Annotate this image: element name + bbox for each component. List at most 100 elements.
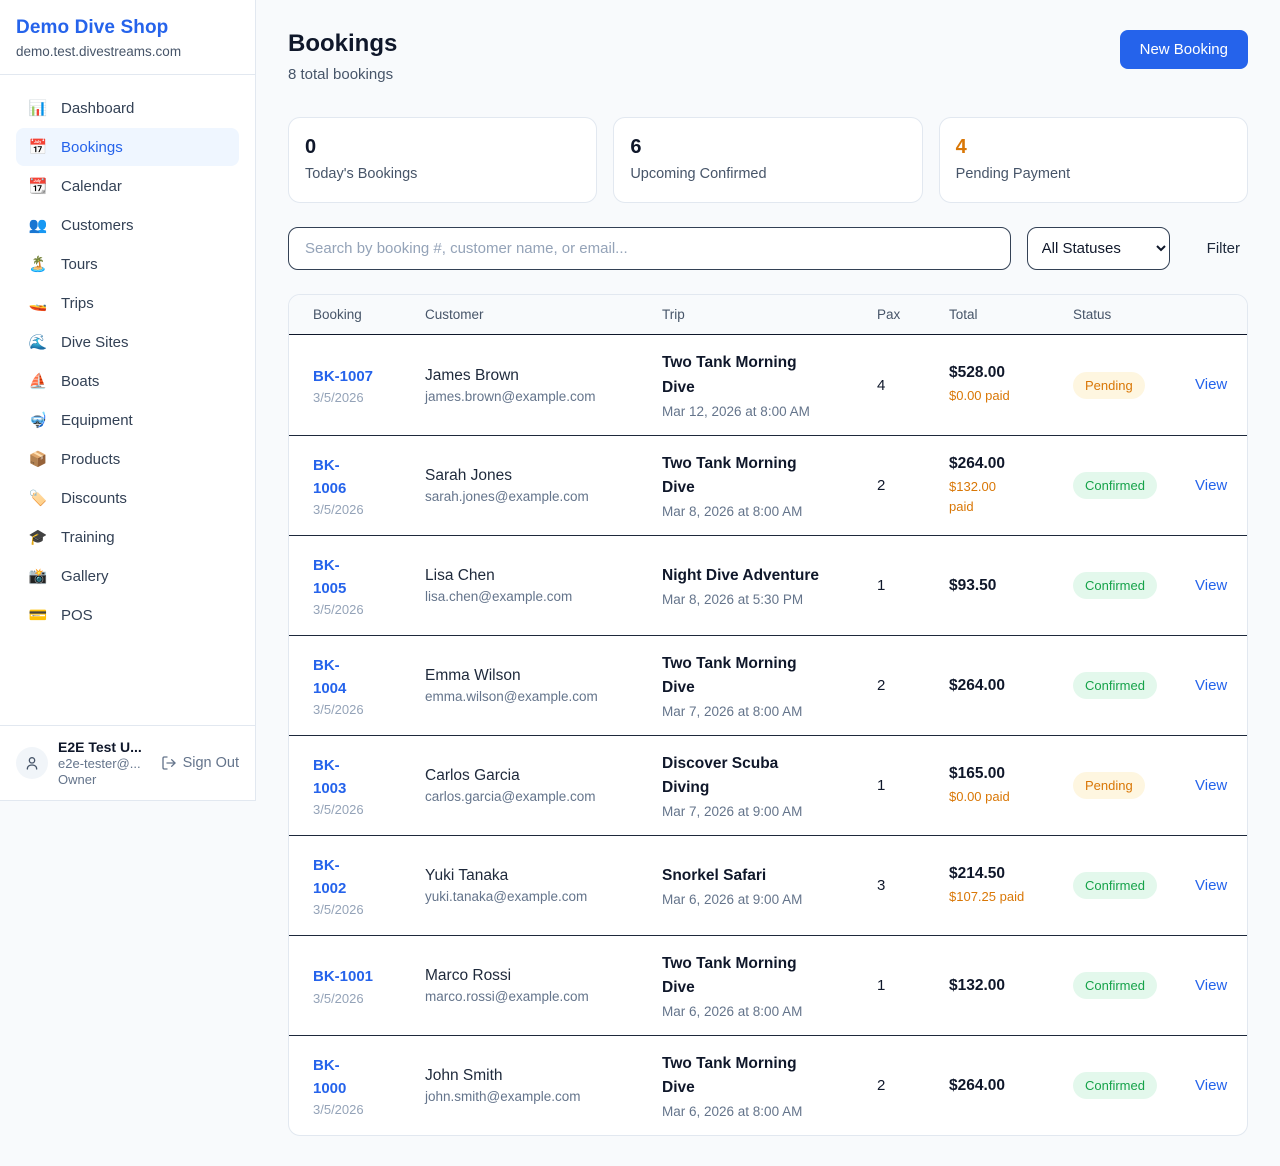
pax-count: 3: [877, 877, 949, 894]
sidebar-item-label: Trips: [61, 295, 94, 312]
search-input[interactable]: [288, 227, 1011, 270]
pax-count: 1: [877, 777, 949, 794]
trip-name: Two Tank Morning Dive: [662, 952, 867, 1000]
booking-date: 3/5/2026: [313, 702, 415, 717]
filter-button[interactable]: Filter: [1199, 240, 1248, 257]
sidebar-item-tours[interactable]: 🏝️ Tours: [16, 245, 239, 283]
status-badge: Confirmed: [1073, 472, 1157, 499]
view-link[interactable]: View: [1195, 677, 1227, 694]
column-header-pax: Pax: [877, 295, 949, 334]
sidebar: Demo Dive Shop demo.test.divestreams.com…: [0, 0, 256, 801]
table-row: BK- 1004 3/5/2026 Emma Wilson emma.wilso…: [289, 635, 1247, 735]
total-amount: $132.00: [949, 977, 1063, 995]
trip-name: Two Tank Morning Dive: [662, 652, 867, 700]
stat-card-today: 0 Today's Bookings: [288, 117, 597, 203]
sidebar-item-gallery[interactable]: 📸 Gallery: [16, 557, 239, 595]
person-icon: [24, 755, 40, 771]
booking-id-link[interactable]: BK-1007: [313, 365, 415, 388]
customer-email: james.brown@example.com: [425, 389, 652, 404]
sidebar-item-label: Discounts: [61, 490, 127, 507]
view-link[interactable]: View: [1195, 577, 1227, 594]
column-header-trip: Trip: [662, 295, 877, 334]
package-icon: 📦: [28, 450, 48, 468]
sidebar-item-products[interactable]: 📦 Products: [16, 440, 239, 478]
sidebar-item-discounts[interactable]: 🏷️ Discounts: [16, 479, 239, 517]
total-amount: $165.00: [949, 765, 1063, 783]
avatar: [16, 747, 48, 779]
bar-chart-icon: 📊: [28, 99, 48, 117]
status-select[interactable]: All Statuses: [1027, 227, 1170, 270]
pax-count: 2: [877, 477, 949, 494]
trip-name: Two Tank Morning Dive: [662, 1052, 867, 1100]
tag-icon: 🏷️: [28, 489, 48, 507]
sidebar-item-customers[interactable]: 👥 Customers: [16, 206, 239, 244]
sidebar-item-training[interactable]: 🎓 Training: [16, 518, 239, 556]
paid-amount: $107.25 paid: [949, 887, 1063, 907]
wave-icon: 🌊: [28, 333, 48, 351]
booking-id-link[interactable]: BK- 1004: [313, 654, 415, 701]
diving-mask-icon: 🤿: [28, 411, 48, 429]
booking-id-link[interactable]: BK- 1005: [313, 554, 415, 601]
sidebar-item-label: Tours: [61, 256, 98, 273]
stat-label-pending: Pending Payment: [956, 166, 1231, 182]
table-row: BK-1001 3/5/2026 Marco Rossi marco.rossi…: [289, 935, 1247, 1035]
customer-email: john.smith@example.com: [425, 1089, 652, 1104]
column-header-total: Total: [949, 295, 1073, 334]
booking-date: 3/5/2026: [313, 902, 415, 917]
sidebar-item-trips[interactable]: 🚤 Trips: [16, 284, 239, 322]
stat-card-pending: 4 Pending Payment: [939, 117, 1248, 203]
view-link[interactable]: View: [1195, 477, 1227, 494]
total-amount: $214.50: [949, 865, 1063, 883]
status-badge: Confirmed: [1073, 1072, 1157, 1099]
booking-id-link[interactable]: BK- 1006: [313, 454, 415, 501]
customer-email: marco.rossi@example.com: [425, 989, 652, 1004]
column-header-customer: Customer: [425, 295, 662, 334]
booking-id-link[interactable]: BK- 1002: [313, 854, 415, 901]
status-badge: Confirmed: [1073, 972, 1157, 999]
view-link[interactable]: View: [1195, 777, 1227, 794]
speedboat-icon: 🚤: [28, 294, 48, 312]
user-block: E2E Test U... e2e-tester@... Owner: [58, 739, 142, 787]
view-link[interactable]: View: [1195, 1077, 1227, 1094]
sidebar-item-dive-sites[interactable]: 🌊 Dive Sites: [16, 323, 239, 361]
sidebar-footer: E2E Test U... e2e-tester@... Owner Sign …: [0, 725, 255, 800]
sign-out-button[interactable]: Sign Out: [161, 755, 239, 771]
sidebar-header: Demo Dive Shop demo.test.divestreams.com: [0, 0, 255, 75]
shop-domain: demo.test.divestreams.com: [16, 44, 239, 59]
sidebar-item-label: Calendar: [61, 178, 122, 195]
new-booking-button[interactable]: New Booking: [1120, 30, 1248, 69]
status-badge: Confirmed: [1073, 872, 1157, 899]
table-row: BK- 1003 3/5/2026 Carlos Garcia carlos.g…: [289, 735, 1247, 835]
pax-count: 1: [877, 977, 949, 994]
customer-name: Marco Rossi: [425, 967, 652, 985]
view-link[interactable]: View: [1195, 877, 1227, 894]
sidebar-item-label: Equipment: [61, 412, 133, 429]
sidebar-item-bookings[interactable]: 📅 Bookings: [16, 128, 239, 166]
trip-date: Mar 8, 2026 at 8:00 AM: [662, 504, 867, 519]
sidebar-item-dashboard[interactable]: 📊 Dashboard: [16, 89, 239, 127]
sidebar-item-label: Dashboard: [61, 100, 134, 117]
sidebar-item-calendar[interactable]: 📆 Calendar: [16, 167, 239, 205]
total-amount: $264.00: [949, 677, 1063, 695]
booking-date: 3/5/2026: [313, 602, 415, 617]
trip-name: Two Tank Morning Dive: [662, 452, 867, 500]
sidebar-item-label: Customers: [61, 217, 134, 234]
status-badge: Confirmed: [1073, 572, 1157, 599]
sidebar-item-label: Products: [61, 451, 120, 468]
logout-icon: [161, 755, 177, 771]
sidebar-item-pos[interactable]: 💳 POS: [16, 596, 239, 634]
booking-id-link[interactable]: BK- 1000: [313, 1054, 415, 1101]
trip-date: Mar 6, 2026 at 8:00 AM: [662, 1004, 867, 1019]
booking-id-link[interactable]: BK-1001: [313, 965, 415, 988]
sidebar-item-boats[interactable]: ⛵ Boats: [16, 362, 239, 400]
customer-email: yuki.tanaka@example.com: [425, 889, 652, 904]
view-link[interactable]: View: [1195, 977, 1227, 994]
pax-count: 2: [877, 677, 949, 694]
view-link[interactable]: View: [1195, 376, 1227, 393]
trip-date: Mar 6, 2026 at 8:00 AM: [662, 1104, 867, 1119]
sidebar-item-equipment[interactable]: 🤿 Equipment: [16, 401, 239, 439]
paid-amount: $0.00 paid: [949, 787, 1063, 807]
booking-date: 3/5/2026: [313, 802, 415, 817]
booking-id-link[interactable]: BK- 1003: [313, 754, 415, 801]
total-amount: $264.00: [949, 1077, 1063, 1095]
